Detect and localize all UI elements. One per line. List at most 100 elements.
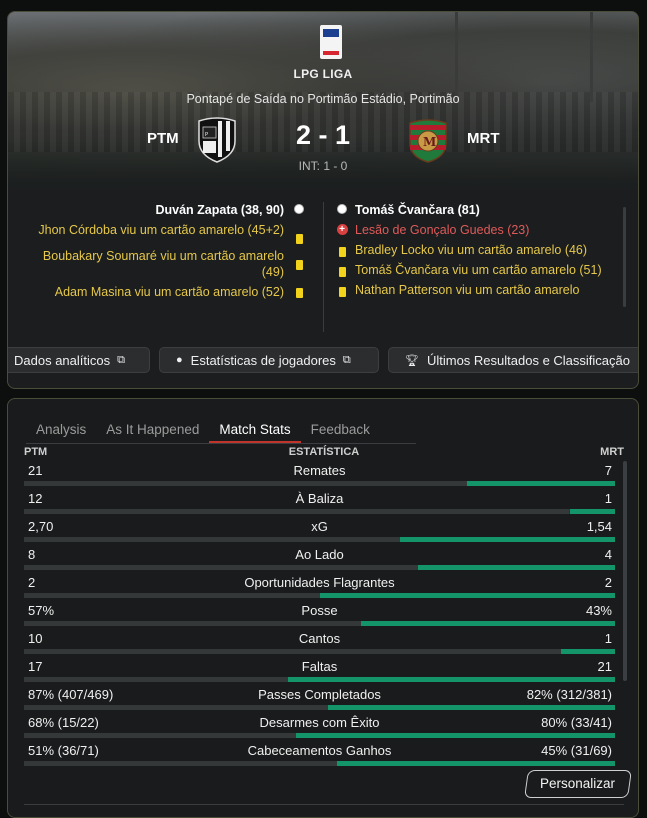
stat-away-value: 43% xyxy=(585,603,612,618)
stat-bar-away xyxy=(561,649,615,654)
away-injury-event: + Lesão de Gonçalo Guedes (23) xyxy=(333,222,615,238)
stat-bar-home xyxy=(24,509,570,514)
events-divider xyxy=(323,202,324,332)
ball-icon xyxy=(290,202,308,214)
analytics-button[interactable]: Dados analíticos ⧉ xyxy=(8,347,150,373)
stat-bar-home xyxy=(24,761,338,766)
stat-bar-away xyxy=(337,761,615,766)
stat-bar xyxy=(24,621,615,626)
stat-label: À Baliza xyxy=(295,491,344,506)
stat-bar-home xyxy=(24,481,468,486)
stat-away-value: 82% (312/381) xyxy=(526,687,612,702)
stat-bar-away xyxy=(400,537,615,542)
stat-label: Posse xyxy=(301,603,338,618)
stat-bar-home xyxy=(24,705,329,710)
stat-bar-away xyxy=(319,593,615,598)
stat-away-value: 1,54 xyxy=(586,519,612,534)
stat-bar-away xyxy=(467,481,615,486)
yellow-card-icon xyxy=(290,222,308,244)
action-buttons: Dados analíticos ⧉ ● Estatísticas de jog… xyxy=(8,347,638,373)
home-events: Duván Zapata (38, 90) Jhon Córdoba viu u… xyxy=(18,202,308,304)
floodlight xyxy=(590,12,593,102)
yellow-card-icon xyxy=(290,284,308,298)
stat-bar-away xyxy=(569,509,615,514)
results-label: Últimos Resultados e Classificação xyxy=(426,352,630,368)
customize-button[interactable]: Personalizar xyxy=(524,770,632,798)
half-time-score: INT: 1 - 0 xyxy=(298,159,348,173)
away-card-event: Nathan Patterson viu um cartão amarelo xyxy=(333,282,615,298)
stat-row: 21 Remates 7 xyxy=(24,461,615,489)
match-stats-panel: Analysis As It Happened Match Stats Feed… xyxy=(7,398,639,818)
away-team-crest-icon[interactable]: M xyxy=(406,115,450,163)
stat-bar xyxy=(24,481,615,486)
event-text[interactable]: Duván Zapata (38, 90) xyxy=(155,202,284,218)
stat-away-value: 1 xyxy=(604,631,612,646)
stat-bar-home xyxy=(24,677,289,682)
home-goal-event: Duván Zapata (38, 90) xyxy=(18,202,308,218)
stats-scrollbar[interactable] xyxy=(623,461,627,681)
player-stats-button[interactable]: ● Estatísticas de jogadores ⧉ xyxy=(159,347,379,373)
event-text[interactable]: Tomáš Čvančara viu um cartão amarelo (51… xyxy=(355,262,602,278)
event-text[interactable]: Nathan Patterson viu um cartão amarelo xyxy=(355,282,579,298)
stat-row: 12 À Baliza 1 xyxy=(24,489,615,517)
floodlight xyxy=(455,12,458,102)
person-icon: ● xyxy=(176,354,183,366)
stat-label: xG xyxy=(311,519,328,534)
tab-as-it-happened[interactable]: As It Happened xyxy=(96,419,209,443)
event-text[interactable]: Boubakary Soumaré viu um cartão amarelo … xyxy=(18,248,284,280)
event-text[interactable]: Bradley Locko viu um cartão amarelo (46) xyxy=(355,242,587,258)
stat-bar xyxy=(24,509,615,514)
stat-away-value: 45% (31/69) xyxy=(541,743,612,758)
stat-bar-home xyxy=(24,649,562,654)
stat-bar-home xyxy=(24,593,320,598)
stat-bar-away xyxy=(295,733,615,738)
stat-label: Oportunidades Flagrantes xyxy=(244,575,395,590)
yellow-card-icon xyxy=(333,282,351,297)
stat-label: Ao Lado xyxy=(295,547,344,562)
stat-label: Cabeceamentos Ganhos xyxy=(247,743,392,758)
yellow-card-icon xyxy=(290,248,308,270)
stats-header-title: ESTATÍSTICA xyxy=(288,446,360,458)
injury-icon: + xyxy=(333,222,351,235)
events-scrollbar[interactable] xyxy=(623,207,626,307)
event-text[interactable]: Tomáš Čvančara (81) xyxy=(355,202,480,218)
stat-label: Cantos xyxy=(298,631,341,646)
league-name: LPG LIGA xyxy=(293,67,353,81)
stat-bar-away xyxy=(360,621,615,626)
stat-label: Desarmes com Êxito xyxy=(259,715,380,730)
away-card-event: Bradley Locko viu um cartão amarelo (46) xyxy=(333,242,615,258)
ball-icon xyxy=(333,202,351,214)
yellow-card-icon xyxy=(333,242,351,257)
tab-bar: Analysis As It Happened Match Stats Feed… xyxy=(26,419,416,444)
home-card-event: Boubakary Soumaré viu um cartão amarelo … xyxy=(18,248,308,280)
away-team-abbr[interactable]: MRT xyxy=(467,130,500,147)
home-card-event: Jhon Córdoba viu um cartão amarelo (45+2… xyxy=(18,222,308,244)
results-button[interactable]: 🏆︎ Últimos Resultados e Classificação xyxy=(388,347,638,373)
match-header-panel: LPG LIGA Pontapé de Saída no Portimão Es… xyxy=(7,11,639,389)
tab-analysis[interactable]: Analysis xyxy=(26,419,96,443)
stat-row: 2 Oportunidades Flagrantes 2 xyxy=(24,573,615,601)
tab-feedback[interactable]: Feedback xyxy=(301,419,380,443)
event-text[interactable]: Adam Masina viu um cartão amarelo (52) xyxy=(55,284,284,300)
yellow-card-icon xyxy=(333,262,351,277)
bottom-divider xyxy=(24,804,624,805)
tab-match-stats[interactable]: Match Stats xyxy=(209,419,301,443)
stat-bar xyxy=(24,565,615,570)
stat-bar xyxy=(24,649,615,654)
event-text[interactable]: Lesão de Gonçalo Guedes (23) xyxy=(355,222,529,238)
trophy-icon: 🏆︎ xyxy=(405,354,419,367)
match-score: 2 - 1 xyxy=(295,120,351,150)
svg-text:M: M xyxy=(423,135,436,149)
stat-away-value: 80% (33/41) xyxy=(541,715,612,730)
event-text[interactable]: Jhon Córdoba viu um cartão amarelo (45+2… xyxy=(38,222,284,238)
stat-bar-away xyxy=(288,677,615,682)
stat-away-value: 4 xyxy=(604,547,612,562)
stat-bar-home xyxy=(24,565,419,570)
stat-away-value: 21 xyxy=(597,659,612,674)
stat-away-value: 2 xyxy=(604,575,612,590)
away-goal-event: Tomáš Čvančara (81) xyxy=(333,202,615,218)
kickoff-info: Pontapé de Saída no Portimão Estádio, Po… xyxy=(186,92,460,106)
stat-away-value: 7 xyxy=(604,463,612,478)
stat-row: 2,70 xG 1,54 xyxy=(24,517,615,545)
stat-bar xyxy=(24,761,615,766)
